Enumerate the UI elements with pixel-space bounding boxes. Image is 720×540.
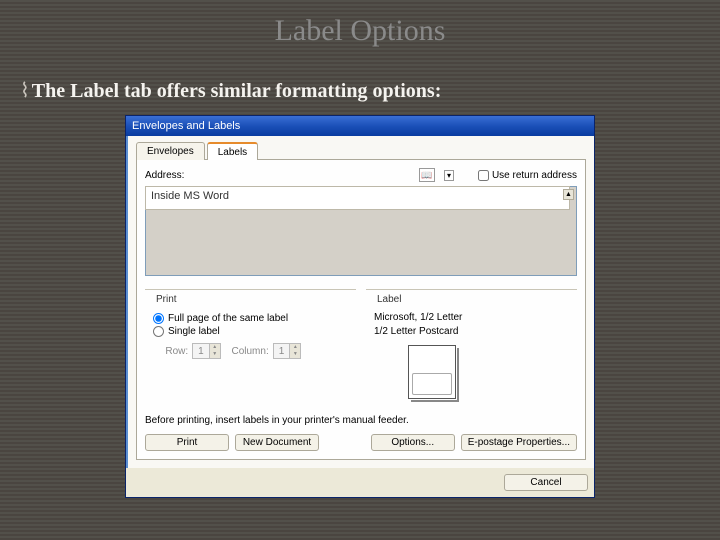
address-textarea[interactable]: Inside MS Word ▲ <box>145 186 577 276</box>
label-preview-icon[interactable] <box>408 345 456 399</box>
column-value: 1 <box>274 346 290 357</box>
column-label: Column: <box>231 346 268 357</box>
radio-full-page-label: Full page of the same label <box>168 313 288 324</box>
address-value: Inside MS Word <box>145 186 570 210</box>
cancel-button[interactable]: Cancel <box>504 474 588 491</box>
dialog-title: Envelopes and Labels <box>130 120 590 132</box>
row-up-icon[interactable]: ▲ <box>209 344 220 351</box>
radio-single-label[interactable]: Single label <box>153 326 348 337</box>
scroll-up-icon[interactable]: ▲ <box>563 189 574 200</box>
row-value: 1 <box>193 346 209 357</box>
radio-full-page[interactable]: Full page of the same label <box>153 313 348 324</box>
options-button[interactable]: Options... <box>371 434 455 451</box>
epostage-button[interactable]: E-postage Properties... <box>461 434 577 451</box>
new-document-button[interactable]: New Document <box>235 434 319 451</box>
slide-title: Label Options <box>0 0 720 48</box>
label-product-line1: Microsoft, 1/2 Letter <box>374 311 569 325</box>
col-up-icon[interactable]: ▲ <box>289 344 300 351</box>
label-product-line2: 1/2 Letter Postcard <box>374 325 569 339</box>
use-return-address-checkbox[interactable]: Use return address <box>478 170 577 181</box>
envelopes-labels-dialog: Envelopes and Labels Envelopes Labels Ad… <box>125 115 595 498</box>
dialog-titlebar: Envelopes and Labels <box>126 116 594 136</box>
column-spinner[interactable]: 1 ▲▼ <box>273 343 302 359</box>
tab-labels[interactable]: Labels <box>207 142 258 160</box>
address-label: Address: <box>145 170 184 181</box>
row-spinner[interactable]: 1 ▲▼ <box>192 343 221 359</box>
radio-single-label-label: Single label <box>168 326 220 337</box>
print-button[interactable]: Print <box>145 434 229 451</box>
print-group-title: Print <box>153 294 180 305</box>
printer-note: Before printing, insert labels in your p… <box>145 415 577 426</box>
radio-single-label-input[interactable] <box>153 326 164 337</box>
labels-tab-panel: Address: 📖 ▾ Use return address Inside MS… <box>136 159 586 460</box>
row-label: Row: <box>165 346 188 357</box>
tab-strip: Envelopes Labels <box>136 142 586 160</box>
address-book-dropdown[interactable]: ▾ <box>444 170 454 181</box>
row-down-icon[interactable]: ▼ <box>209 351 220 358</box>
label-group: Label Microsoft, 1/2 Letter 1/2 Letter P… <box>366 284 577 405</box>
body-text-content: The Label tab offers similar formatting … <box>32 80 442 102</box>
radio-full-page-input[interactable] <box>153 313 164 324</box>
row-column-controls: Row: 1 ▲▼ Column: 1 ▲▼ <box>153 343 348 359</box>
use-return-address-input[interactable] <box>478 170 489 181</box>
tab-envelopes[interactable]: Envelopes <box>136 142 205 160</box>
bullet-icon: ⌇ <box>20 80 30 102</box>
slide-body: ⌇The Label tab offers similar formatting… <box>20 78 720 103</box>
use-return-address-label: Use return address <box>492 170 577 181</box>
print-group: Print Full page of the same label Single… <box>145 284 356 405</box>
label-group-title: Label <box>374 294 404 305</box>
address-book-icon[interactable]: 📖 <box>419 168 435 182</box>
col-down-icon[interactable]: ▼ <box>289 351 300 358</box>
